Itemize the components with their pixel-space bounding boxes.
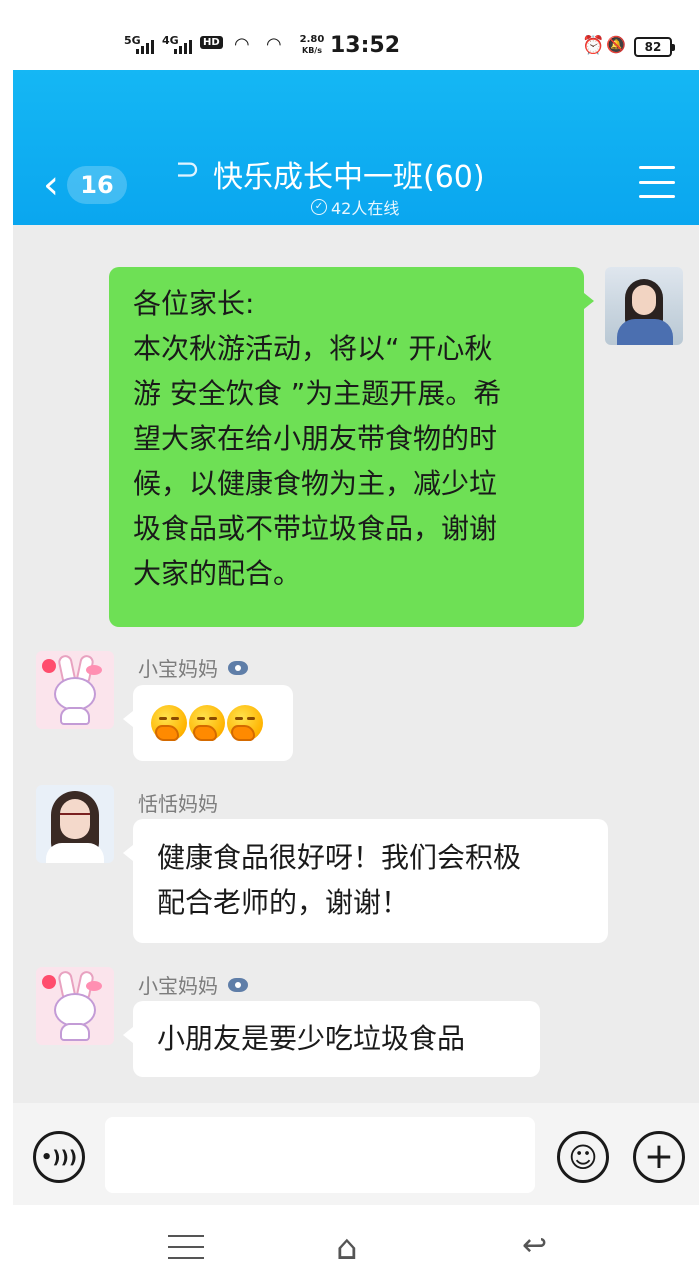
message-line: 大家的配合。 [133,557,302,590]
message-line: 圾食品或不带垃圾食品，谢谢 [133,512,498,545]
speed-unit: KB/s [302,46,322,55]
status-bar: 5G 4G HD ◠ ◠ 2.80 KB/s 13:52 ⏰ 🔕 82 [0,0,699,70]
battery-icon: 82 [634,37,675,57]
hugging-face-emoji-icon [189,705,225,741]
group-title[interactable]: 快乐成长中一班(60) [213,152,485,196]
plus-button[interactable]: + [633,1131,685,1183]
hd-badge: HD [200,36,223,49]
wifi-icon: ◠ [234,34,250,55]
nav-home-button[interactable]: ⌂ [336,1231,358,1265]
avatar-tiantian-mama[interactable] [36,785,114,863]
message-line: 望大家在给小朋友带食物的时 [133,422,498,455]
speed-value: 2.80 [299,34,325,45]
eye-icon [228,977,248,992]
chat-messages[interactable]: 各位家长: 本次秋游活动，将以“ 开心秋 游 安全饮食 ”为主题开展。希 望大家… [13,225,699,1103]
sender-name: 小宝妈妈 [138,970,248,999]
message-bubble[interactable]: 小朋友是要少吃垃圾食品 [123,1001,540,1077]
sender-name-text: 小宝妈妈 [138,657,218,681]
check-circle-icon: ✓ [311,199,327,215]
chat-header: ‹ 16 ⊃ 快乐成长中一班(60) ✓ 42人在线 [13,70,699,225]
message-line: 候，以健康食物为主，减少垃 [133,467,498,500]
menu-icon [639,166,675,169]
signal-icon [136,40,154,54]
message-input[interactable] [105,1117,535,1193]
network-speed: 2.80 KB/s [298,34,326,56]
back-button[interactable]: ‹ 16 [43,163,143,207]
voice-icon: •))) [40,1146,78,1168]
voice-button[interactable]: •))) [33,1131,85,1183]
menu-icon [168,1235,204,1237]
plus-icon: + [643,1136,675,1177]
message-line: 各位家长: [133,287,255,320]
emoji-button[interactable]: ☺ [557,1131,609,1183]
menu-button[interactable] [639,166,675,198]
online-count: 42人在线 [331,199,400,218]
nav-menu-button[interactable] [168,1235,204,1259]
message-line: 健康食品很好呀！我们会积极 [157,841,522,874]
left-edge [0,70,13,1205]
message-line: 配合老师的，谢谢！ [157,886,410,919]
sender-name: 小宝妈妈 [138,653,248,682]
alarm-icon: ⏰ [582,35,605,56]
sender-name-text: 恬恬妈妈 [138,792,218,816]
sender-name: 恬恬妈妈 [138,788,218,817]
eye-icon [228,660,248,675]
sender-name-text: 小宝妈妈 [138,974,218,998]
clock-time: 13:52 [330,33,401,58]
input-bar: •))) ☺ + [13,1103,699,1205]
signal-icon [174,40,192,54]
phone-screen: 5G 4G HD ◠ ◠ 2.80 KB/s 13:52 ⏰ 🔕 82 ‹ 16… [0,0,699,1268]
unread-badge: 16 [67,166,127,204]
message-bubble[interactable]: 健康食品很好呀！我们会积极 配合老师的，谢谢！ [123,819,608,943]
message-bubble-self[interactable]: 各位家长: 本次秋游活动，将以“ 开心秋 游 安全饮食 ”为主题开展。希 望大家… [109,267,594,627]
hugging-face-emoji-icon [151,705,187,741]
avatar-xiaobao-mama[interactable] [36,651,114,729]
hugging-face-emoji-icon [227,705,263,741]
avatar-xiaobao-mama[interactable] [36,967,114,1045]
wifi-icon: ◠ [266,34,282,55]
ear-icon[interactable]: ⊃ [175,152,200,187]
online-status[interactable]: ✓ 42人在线 [311,195,399,219]
nav-back-button[interactable]: ↩ [522,1231,547,1261]
message-line: 本次秋游活动，将以“ 开心秋 [133,332,493,365]
message-line: 游 安全饮食 ”为主题开展。希 [133,377,502,410]
avatar-self[interactable] [605,267,683,345]
message-bubble-emoji[interactable] [123,685,293,761]
smiley-icon: ☺ [568,1140,598,1174]
chevron-left-icon: ‹ [43,162,59,208]
mute-icon: 🔕 [606,35,626,54]
system-nav-bar: ⌂ ↩ [0,1205,699,1268]
